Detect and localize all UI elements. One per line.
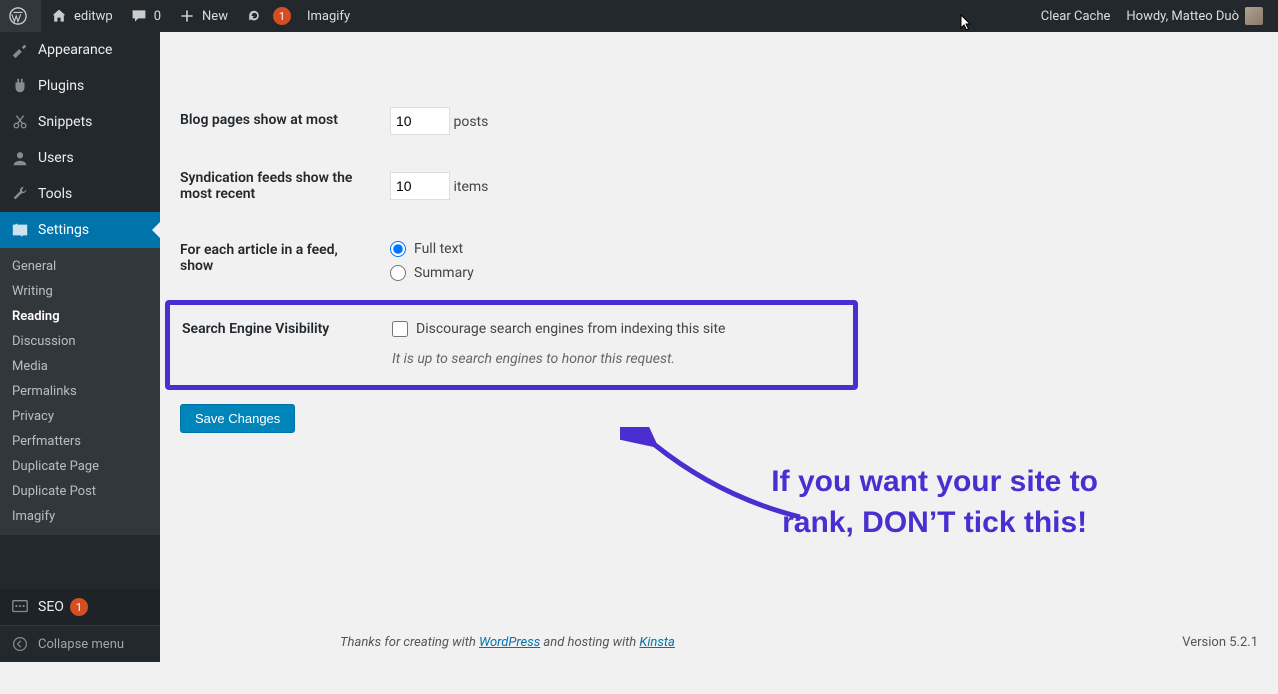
howdy-text: Howdy, Matteo Duò [1126, 9, 1239, 24]
syndication-label: Syndication feeds show the most recent [180, 150, 380, 222]
items-suffix: items [453, 179, 488, 195]
new-content-link[interactable]: New [169, 0, 236, 32]
feed-summary-option[interactable]: Summary [390, 261, 1248, 285]
settings-icon [10, 220, 30, 240]
submenu-writing[interactable]: Writing [0, 279, 160, 304]
updates-icon [244, 6, 264, 26]
site-name-link[interactable]: editwp [41, 0, 121, 32]
site-name: editwp [74, 9, 113, 24]
blog-pages-label: Blog pages show at most [180, 92, 380, 150]
submenu-privacy[interactable]: Privacy [0, 404, 160, 429]
snippets-icon [10, 112, 30, 132]
seo-count-badge: 1 [70, 598, 88, 616]
sidebar-item-users[interactable]: Users [0, 140, 160, 176]
syndication-input[interactable] [390, 172, 450, 200]
comment-icon [129, 6, 149, 26]
submenu-permalinks[interactable]: Permalinks [0, 379, 160, 404]
submenu-duplicate-page[interactable]: Duplicate Page [0, 454, 160, 479]
plus-icon [177, 6, 197, 26]
appearance-icon [10, 40, 30, 60]
plugins-icon [10, 76, 30, 96]
settings-submenu: General Writing Reading Discussion Media… [0, 248, 160, 535]
feed-summary-radio[interactable] [390, 265, 406, 281]
submenu-imagify[interactable]: Imagify [0, 504, 160, 529]
admin-sidebar: Appearance Plugins Snippets Users Tools … [0, 32, 160, 662]
wordpress-link[interactable]: WordPress [479, 635, 540, 650]
comments-count: 0 [154, 9, 161, 24]
avatar [1245, 7, 1263, 25]
collapse-icon [10, 634, 30, 654]
wp-logo-menu[interactable] [0, 0, 41, 32]
tools-icon [10, 184, 30, 204]
clear-cache-link[interactable]: Clear Cache [1033, 0, 1119, 32]
sidebar-item-seo[interactable]: SEO 1 [0, 589, 160, 625]
sev-checkbox-option[interactable]: Discourage search engines from indexing … [392, 317, 831, 341]
sidebar-item-appearance[interactable]: Appearance [0, 32, 160, 68]
search-engine-visibility-highlight: Search Engine Visibility Discourage sear… [165, 300, 858, 390]
kinsta-link[interactable]: Kinsta [639, 635, 674, 650]
collapse-menu-button[interactable]: Collapse menu [0, 625, 160, 662]
annotation-text: If you want your site to rank, DON’T tic… [771, 462, 1098, 543]
sidebar-item-plugins[interactable]: Plugins [0, 68, 160, 104]
wordpress-icon [8, 6, 28, 26]
sidebar-item-snippets[interactable]: Snippets [0, 104, 160, 140]
blog-pages-input[interactable] [390, 107, 450, 135]
version-text: Version 5.2.1 [1182, 635, 1258, 650]
seo-icon [10, 597, 30, 617]
submenu-media[interactable]: Media [0, 354, 160, 379]
sev-checkbox[interactable] [392, 321, 408, 337]
sidebar-item-settings[interactable]: Settings [0, 212, 160, 248]
imagify-label: Imagify [307, 9, 350, 24]
feed-full-radio[interactable] [390, 241, 406, 257]
updates-count-badge: 1 [273, 7, 291, 25]
admin-footer: Thanks for creating with WordPress and h… [340, 625, 1258, 662]
sev-label: Search Engine Visibility [182, 315, 382, 369]
my-account-link[interactable]: Howdy, Matteo Duò [1118, 0, 1271, 32]
sidebar-item-tools[interactable]: Tools [0, 176, 160, 212]
updates-link[interactable]: 1 [236, 0, 299, 32]
settings-form-table: Blog pages show at most posts Syndicatio… [180, 92, 1258, 300]
submenu-discussion[interactable]: Discussion [0, 329, 160, 354]
home-icon [49, 6, 69, 26]
submenu-duplicate-post[interactable]: Duplicate Post [0, 479, 160, 504]
submenu-reading[interactable]: Reading [0, 304, 160, 329]
save-changes-button[interactable]: Save Changes [180, 404, 295, 433]
submenu-perfmatters[interactable]: Perfmatters [0, 429, 160, 454]
new-label: New [202, 9, 228, 24]
settings-page-content: Blog pages show at most posts Syndicatio… [160, 32, 1278, 662]
feed-show-label: For each article in a feed, show [180, 222, 380, 300]
posts-suffix: posts [453, 114, 488, 130]
users-icon [10, 148, 30, 168]
feed-full-option[interactable]: Full text [390, 237, 1248, 261]
comments-link[interactable]: 0 [121, 0, 169, 32]
submenu-general[interactable]: General [0, 254, 160, 279]
admin-toolbar: editwp 0 New 1 Imagify Clear Cache [0, 0, 1278, 32]
imagify-link[interactable]: Imagify [299, 0, 358, 32]
sev-description: It is up to search engines to honor this… [392, 351, 831, 367]
